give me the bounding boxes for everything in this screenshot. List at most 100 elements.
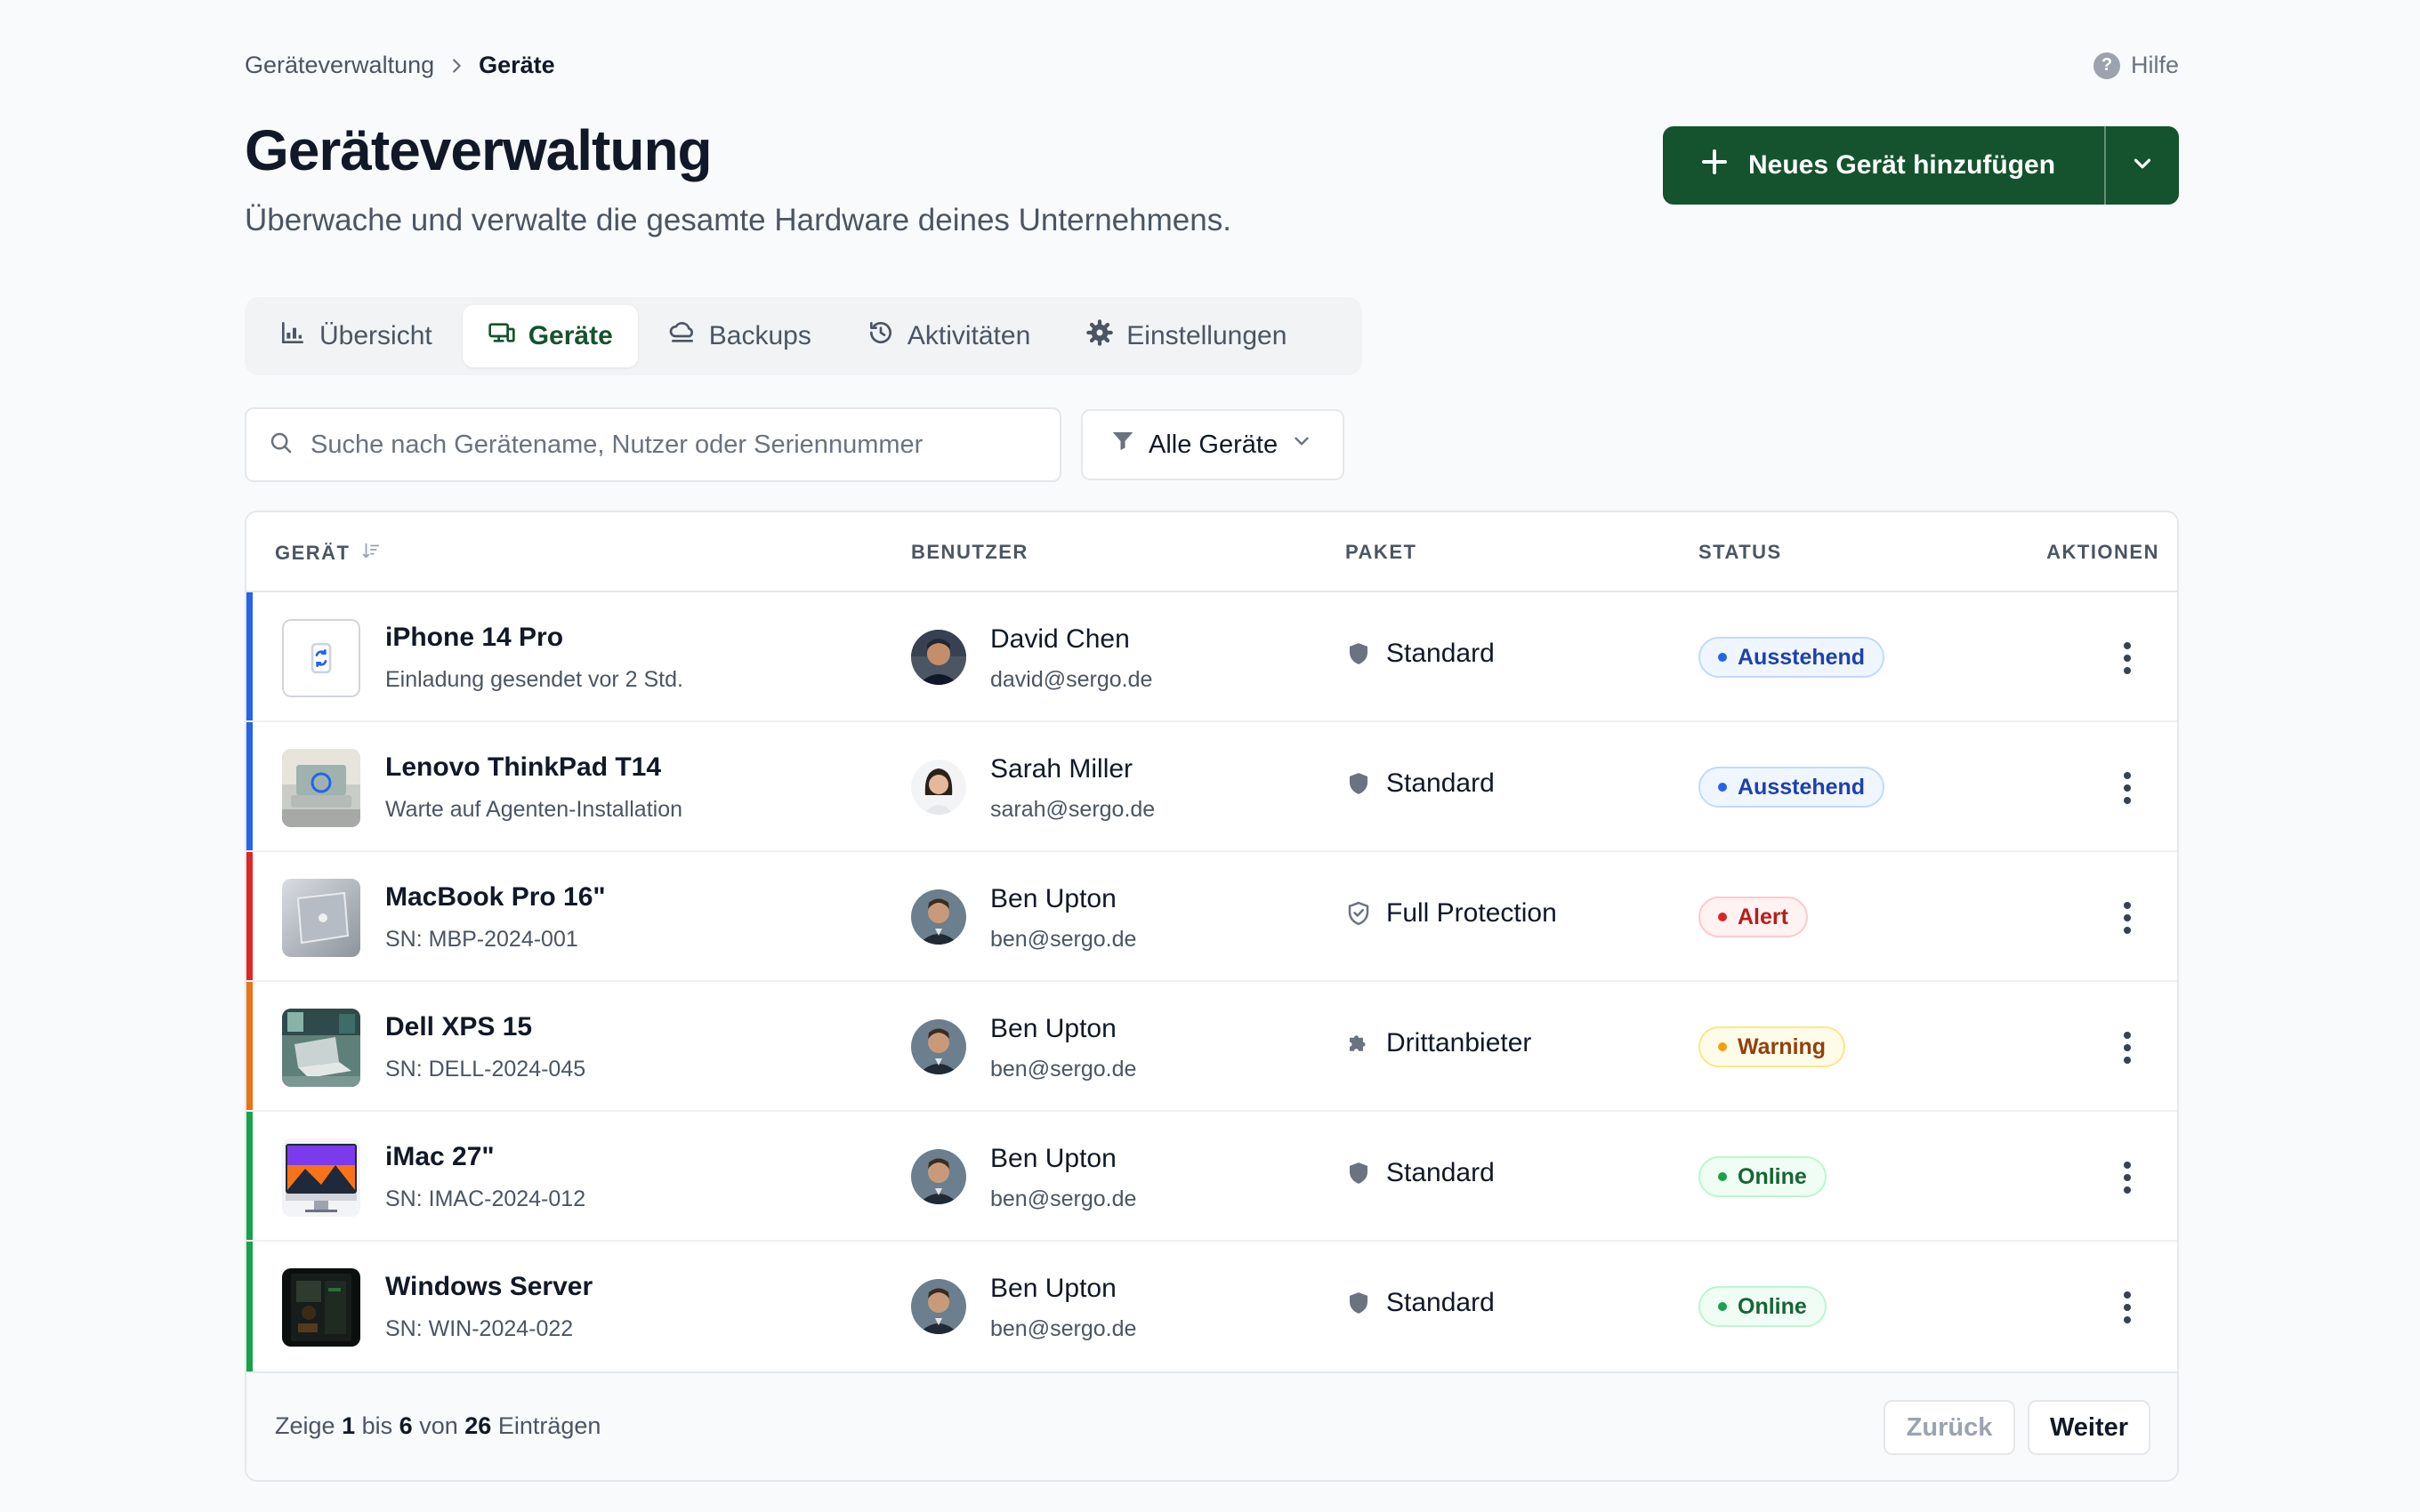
row-status-accent — [246, 1112, 253, 1240]
package-label: Standard — [1386, 639, 1495, 668]
package-label: Standard — [1386, 768, 1495, 798]
tab-devices[interactable]: Geräte — [462, 305, 638, 367]
status-label: Online — [1738, 1163, 1807, 1189]
row-status-accent — [246, 852, 253, 980]
tab-backups[interactable]: Backups — [643, 305, 836, 367]
user-name: Ben Upton — [990, 1274, 1117, 1303]
chevron-down-icon — [2129, 150, 2156, 181]
status-badge: Warning — [1698, 1026, 1846, 1067]
status-label: Ausstehend — [1738, 644, 1866, 670]
device-name[interactable]: iMac 27" — [385, 1142, 495, 1172]
row-actions-menu-button[interactable] — [2106, 767, 2149, 809]
package-label: Drittanbieter — [1386, 1028, 1532, 1058]
row-actions-menu-button[interactable] — [2106, 1286, 2149, 1329]
row-actions-menu-button[interactable] — [2106, 1026, 2149, 1069]
dot — [2124, 1044, 2131, 1051]
device-subtitle: SN: MBP-2024-001 — [385, 927, 578, 952]
device-subtitle: SN: DELL-2024-045 — [385, 1057, 586, 1082]
user-email: sarah@sergo.de — [990, 797, 1156, 822]
dot — [2124, 1174, 2131, 1181]
avatar — [911, 1019, 966, 1074]
gear-icon — [1085, 318, 1114, 354]
status-badge: Alert — [1698, 897, 1808, 937]
tab-settings[interactable]: Einstellungen — [1061, 305, 1311, 367]
tab-label: Geräte — [528, 321, 613, 350]
shield-icon — [1345, 1160, 1372, 1186]
next-page-button[interactable]: Weiter — [2028, 1400, 2150, 1455]
dot — [2124, 1316, 2131, 1323]
dot — [2124, 655, 2131, 662]
column-header-user: BENUTZER — [911, 541, 1028, 563]
device-name[interactable]: MacBook Pro 16" — [385, 882, 606, 913]
user-name: Sarah Miller — [990, 754, 1133, 784]
package-cell: Standard — [1345, 1288, 1495, 1318]
page-title: Geräteverwaltung — [245, 118, 713, 182]
shield-icon — [1345, 770, 1372, 797]
row-actions-menu-button[interactable] — [2106, 897, 2149, 939]
pagination-from: 1 — [342, 1412, 356, 1439]
filter-icon — [1109, 428, 1136, 462]
row-status-accent — [246, 592, 253, 720]
dot — [2124, 902, 2131, 909]
column-header-device[interactable]: GERÄT — [275, 541, 381, 566]
pagination-text: bis — [361, 1412, 393, 1439]
table-footer: Zeige 1 bis 6 von 26 Einträgen Zurück We… — [246, 1371, 2177, 1480]
plus-icon — [1698, 146, 1730, 185]
status-dot — [1718, 783, 1727, 792]
table-row[interactable]: Windows Server SN: WIN-2024-022 Ben Upto… — [246, 1242, 2177, 1371]
tab-activities[interactable]: Aktivitäten — [842, 305, 1055, 367]
device-name[interactable]: Windows Server — [385, 1272, 593, 1302]
tab-label: Aktivitäten — [907, 321, 1031, 350]
dot — [2124, 927, 2131, 934]
dot — [2124, 642, 2131, 649]
table-row[interactable]: Dell XPS 15 SN: DELL-2024-045 Ben Upton … — [246, 982, 2177, 1112]
filter-label: Alle Geräte — [1149, 430, 1279, 459]
pagination-text: von — [419, 1412, 458, 1439]
status-badge: Ausstehend — [1698, 767, 1885, 808]
pagination-to: 6 — [399, 1412, 413, 1439]
devices-table: GERÄT BENUTZER PAKET STATUS AKTIONEN iPh… — [245, 511, 2179, 1482]
tab-label: Übersicht — [319, 321, 432, 350]
avatar — [911, 889, 966, 945]
device-thumbnail — [282, 1138, 360, 1217]
add-device-button[interactable]: Neues Gerät hinzufügen — [1663, 126, 2104, 205]
device-name[interactable]: Lenovo ThinkPad T14 — [385, 752, 661, 783]
status-badge: Ausstehend — [1698, 637, 1885, 678]
row-actions-menu-button[interactable] — [2106, 1156, 2149, 1199]
status-badge: Online — [1698, 1156, 1827, 1197]
previous-page-button[interactable]: Zurück — [1884, 1400, 2015, 1455]
status-dot — [1718, 913, 1727, 921]
package-label: Full Protection — [1386, 898, 1557, 928]
user-email: ben@sergo.de — [990, 1057, 1137, 1082]
table-row[interactable]: MacBook Pro 16" SN: MBP-2024-001 Ben Upt… — [246, 852, 2177, 982]
dot — [2124, 1032, 2131, 1039]
device-thumbnail — [282, 1268, 360, 1347]
help-link[interactable]: ? Hilfe — [2093, 52, 2179, 79]
table-row[interactable]: Lenovo ThinkPad T14 Warte auf Agenten-In… — [246, 722, 2177, 852]
table-row[interactable]: iMac 27" SN: IMAC-2024-012 Ben Upton ben… — [246, 1112, 2177, 1242]
device-name[interactable]: iPhone 14 Pro — [385, 623, 563, 653]
tab-overview[interactable]: Übersicht — [254, 305, 457, 367]
package-cell: Full Protection — [1345, 898, 1557, 929]
dot — [2124, 914, 2131, 921]
device-filter-dropdown[interactable]: Alle Geräte — [1081, 409, 1344, 480]
package-cell: Drittanbieter — [1345, 1028, 1531, 1058]
breadcrumb-parent[interactable]: Geräteverwaltung — [245, 52, 434, 79]
status-dot — [1718, 1042, 1727, 1051]
table-row[interactable]: iPhone 14 Pro Einladung gesendet vor 2 S… — [246, 592, 2177, 722]
breadcrumb-current: Geräte — [479, 52, 555, 78]
row-status-accent — [246, 722, 253, 850]
help-label: Hilfe — [2130, 52, 2179, 78]
row-actions-menu-button[interactable] — [2106, 637, 2149, 680]
device-subtitle: SN: WIN-2024-022 — [385, 1316, 574, 1341]
status-label: Warning — [1738, 1033, 1827, 1059]
add-device-menu-button[interactable] — [2104, 126, 2179, 205]
avatar — [911, 1149, 966, 1204]
breadcrumb: Geräteverwaltung Geräte — [245, 52, 2179, 79]
device-name[interactable]: Dell XPS 15 — [385, 1012, 532, 1042]
user-name: Ben Upton — [990, 884, 1117, 913]
dot — [2124, 1162, 2131, 1169]
puzzle-icon — [1345, 1030, 1372, 1057]
add-device-label: Neues Gerät hinzufügen — [1748, 150, 2056, 180]
search-input[interactable] — [311, 430, 1038, 460]
